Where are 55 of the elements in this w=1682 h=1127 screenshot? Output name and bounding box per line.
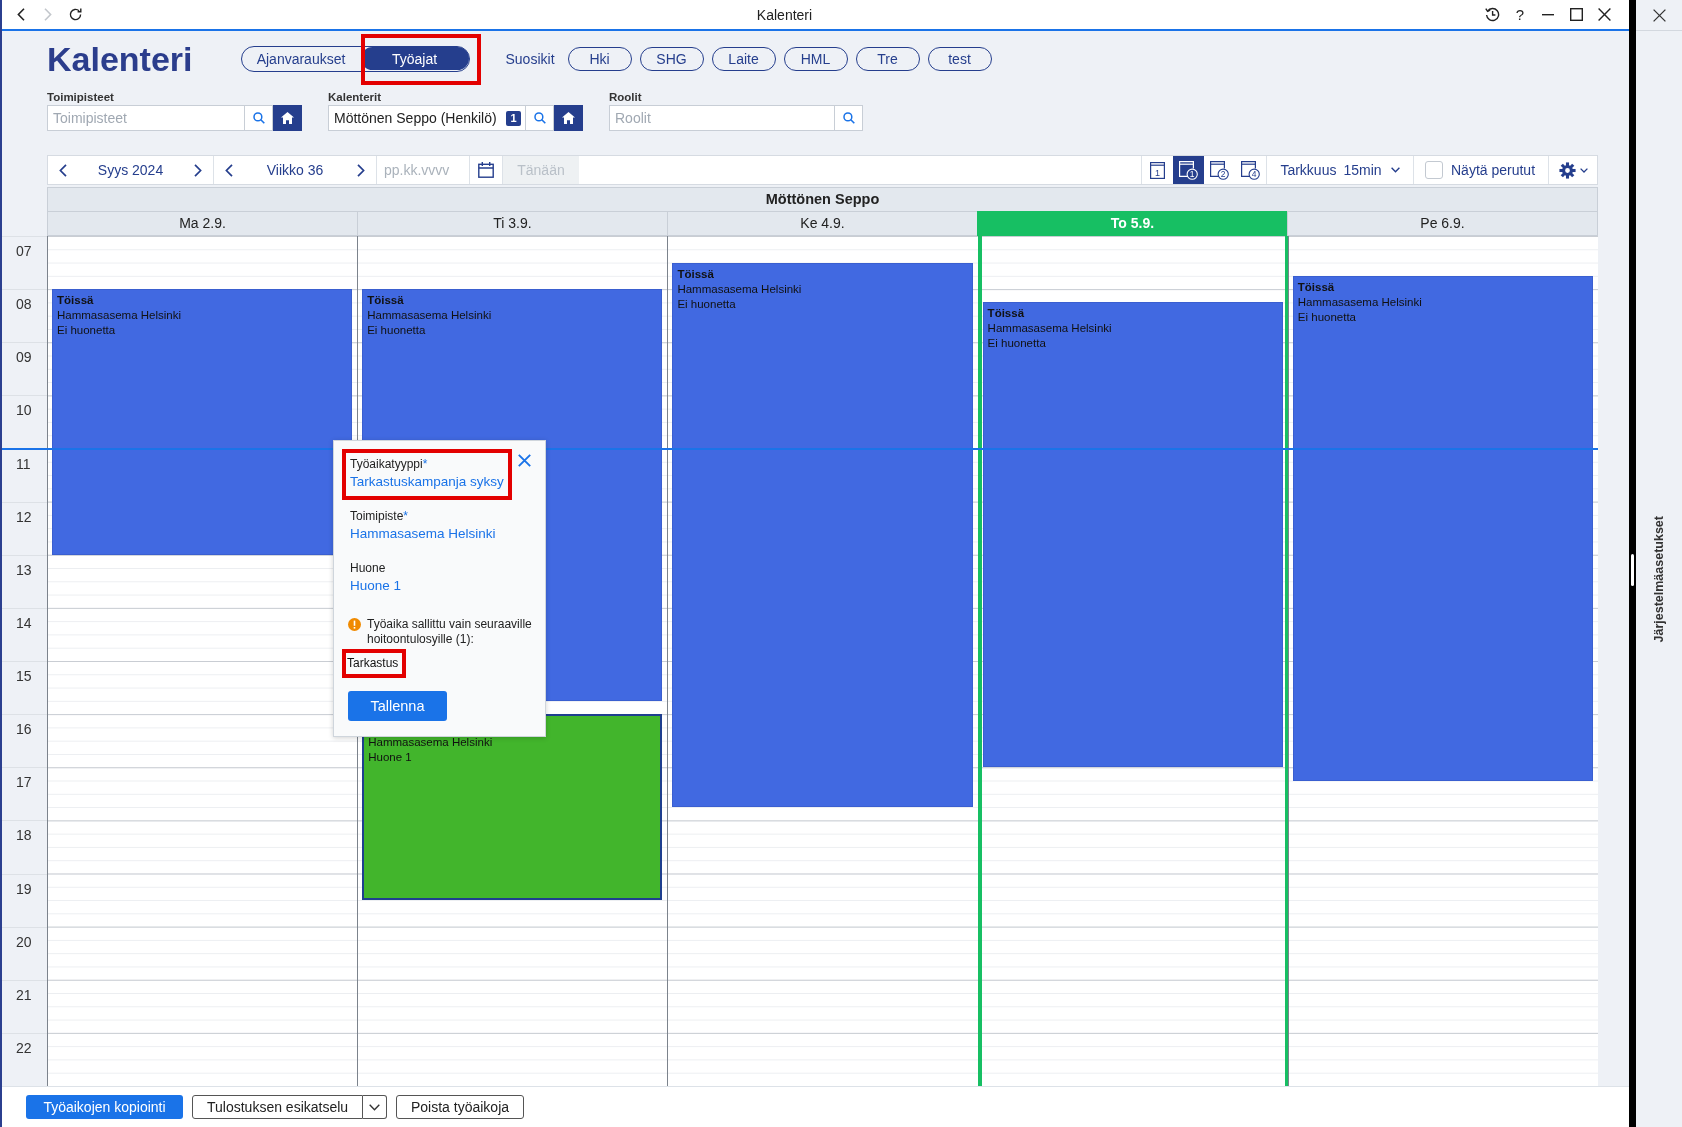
event-text: Hammasasema Helsinki bbox=[987, 321, 1113, 337]
hour-label: 14 bbox=[16, 614, 32, 631]
event-text: Hammasasema Helsinki bbox=[677, 281, 803, 297]
hour-label: 18 bbox=[16, 827, 32, 844]
event-title: Töissä bbox=[57, 293, 95, 309]
window-title: Kalenteri bbox=[755, 6, 814, 23]
event-text: Ei huonetta bbox=[367, 323, 427, 339]
event-text: Hammasasema Helsinki bbox=[57, 308, 182, 324]
calendar-owner-header: Möttönen Seppo bbox=[47, 187, 1598, 211]
hour-label: 15 bbox=[16, 668, 32, 684]
field-label: Työaikatyyppi* bbox=[350, 456, 429, 472]
event-text: Ei huonetta bbox=[987, 336, 1047, 352]
event-title: Töissä bbox=[987, 306, 1026, 322]
event-text: Huone 1 bbox=[368, 750, 413, 766]
event-title: Töissä bbox=[1297, 279, 1336, 295]
event-title: Töissä bbox=[677, 266, 715, 282]
hour-label: 16 bbox=[16, 721, 32, 738]
calendar-day-icon: 1 bbox=[1150, 161, 1165, 179]
day-header: Ma 2.9. bbox=[47, 211, 357, 236]
hour-label: 10 bbox=[16, 402, 32, 419]
hour-label: 20 bbox=[16, 933, 32, 950]
selected-calendar: Möttönen Seppo (Henkilö) bbox=[334, 110, 497, 126]
event-text: Ei huonetta bbox=[57, 323, 117, 339]
hour-label: 21 bbox=[16, 986, 32, 1003]
event-title: Töissä bbox=[367, 293, 405, 309]
day-header: Pe 6.9. bbox=[1287, 211, 1598, 236]
hour-label: 09 bbox=[16, 349, 32, 366]
filter-label: Kalenterit bbox=[328, 90, 383, 104]
day-header: To 5.9. bbox=[977, 211, 1287, 236]
hour-label: 12 bbox=[16, 508, 32, 525]
event-text: Hammasasema Helsinki bbox=[368, 735, 494, 751]
field-label: Huone bbox=[350, 560, 387, 576]
favorites-label: Suosikit bbox=[505, 51, 555, 67]
filter-label: Roolit bbox=[609, 90, 643, 104]
hour-label: 07 bbox=[16, 243, 32, 259]
event-text: Ei huonetta bbox=[1297, 309, 1357, 325]
field-label: Toimipiste* bbox=[350, 508, 410, 524]
event-text: Ei huonetta bbox=[677, 296, 737, 312]
hour-label: 19 bbox=[16, 880, 32, 897]
filter-label: Toimipisteet bbox=[47, 90, 115, 104]
hour-label: 11 bbox=[16, 455, 31, 472]
hour-label: 17 bbox=[16, 774, 32, 791]
day-header: Ke 4.9. bbox=[667, 211, 977, 236]
event-text: Hammasasema Helsinki bbox=[367, 308, 493, 324]
event-text: Hammasasema Helsinki bbox=[1297, 294, 1423, 310]
allowed-reason: Tarkastus bbox=[347, 655, 399, 671]
warning-text: Työaika sallittu vain seuraaville hoitoontulosyille (1): bbox=[367, 617, 533, 647]
hour-label: 22 bbox=[16, 1039, 32, 1056]
week-label: Viikko 36 bbox=[265, 162, 325, 178]
hour-label: 13 bbox=[16, 561, 32, 578]
hour-label: 08 bbox=[16, 296, 32, 313]
page-title: Kalenteri bbox=[47, 39, 193, 79]
month-label: Syys 2024 bbox=[96, 162, 165, 178]
count-badge: 1 bbox=[506, 110, 521, 126]
day-header: Ti 3.9. bbox=[357, 211, 667, 236]
